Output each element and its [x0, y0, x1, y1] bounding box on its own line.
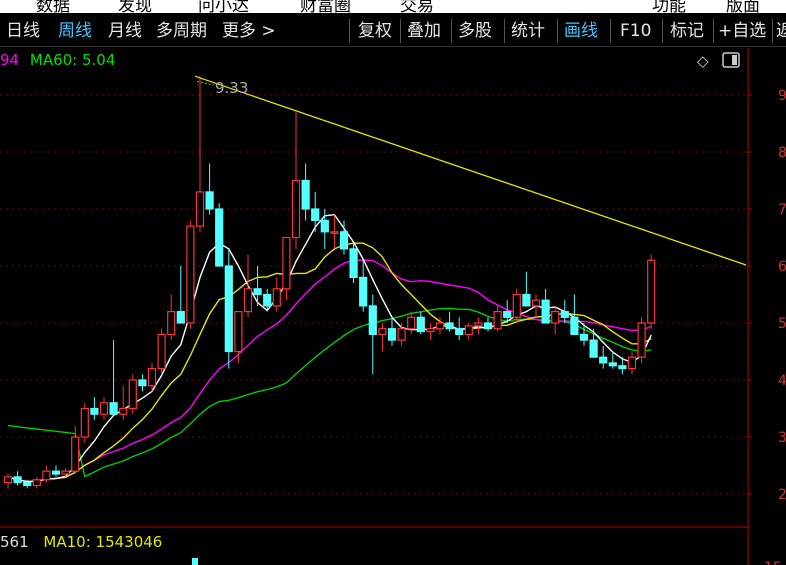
candle-up [647, 259, 656, 324]
candle-down [263, 293, 272, 307]
candle-down [503, 311, 512, 318]
candle-down [13, 476, 22, 484]
candle-down [359, 276, 368, 307]
price-tick-label: 4 [778, 373, 786, 389]
grid-lines [0, 94, 748, 495]
candle-up [512, 293, 521, 318]
candle-up [551, 311, 560, 324]
volume-legend: 561 MA10: 1543046 [0, 533, 162, 551]
candle-down [387, 328, 397, 341]
candle-up [157, 333, 166, 370]
candle-down [224, 265, 233, 353]
candle-down [138, 379, 147, 387]
high-price-annotation: 9.33 [215, 79, 248, 97]
candle-down [589, 339, 598, 358]
candle-up [397, 328, 406, 341]
candle-down [215, 208, 224, 267]
candle-up [167, 311, 176, 336]
candle-up [291, 179, 301, 239]
candle-down [541, 299, 550, 324]
candle-up [627, 356, 637, 370]
candle-up [147, 368, 157, 387]
candle-down [23, 482, 32, 487]
candle-down [445, 322, 454, 330]
candlesticks [3, 76, 656, 489]
candle-up [32, 479, 41, 487]
candle-up [407, 316, 416, 330]
ma10-volume-label: MA10: 1543046 [43, 533, 163, 551]
candle-down [176, 311, 185, 324]
candle-up [80, 407, 89, 438]
candle-up [474, 322, 483, 327]
candle-up [195, 191, 205, 227]
candle-up [637, 322, 646, 358]
candle-up [243, 288, 253, 313]
ma-prev-value: 94 [0, 51, 20, 69]
ma10-line [7, 242, 652, 483]
price-tick-label: 6 [778, 259, 786, 275]
panel-toggle-icon[interactable] [722, 52, 740, 72]
candle-down [311, 208, 320, 221]
candle-down [368, 305, 377, 335]
candle-down [109, 402, 118, 415]
candle-up [42, 470, 51, 481]
candle-down [253, 288, 262, 296]
candle-down [608, 362, 617, 367]
moving-average-lines [7, 213, 652, 483]
price-axis: 9 8 7 6 5 4 3 2 15 [0, 48, 786, 565]
candle-down [416, 316, 425, 333]
candle-up [61, 470, 70, 475]
candle-down [349, 248, 358, 278]
price-tick-label: 9 [778, 88, 786, 104]
candle-down [205, 191, 214, 210]
volume-bar [192, 558, 198, 565]
ma5-line [7, 213, 652, 483]
candle-up [272, 288, 281, 307]
price-tick-label: 5 [778, 316, 786, 332]
volume-tick-label: 15 [764, 560, 782, 565]
price-tick-label: 8 [778, 145, 786, 161]
candle-up [493, 311, 502, 330]
candle-down [570, 316, 579, 335]
candle-down [560, 311, 569, 318]
candle-down [618, 365, 627, 370]
kline-chart[interactable]: 9 8 7 6 5 4 3 2 15 9.33 [0, 0, 786, 565]
candle-down [599, 356, 608, 364]
trendline [194, 75, 747, 266]
candle-up [531, 299, 541, 307]
candle-up [119, 407, 128, 415]
candle-up [378, 328, 387, 336]
diamond-icon[interactable]: ◇ [697, 52, 709, 70]
price-tick-label: 3 [778, 430, 786, 446]
vol-prev-value: 561 [0, 533, 29, 551]
candle-up [186, 225, 195, 324]
candle-down [320, 219, 329, 233]
price-tick-label: 7 [778, 202, 786, 218]
candle-up [464, 325, 473, 336]
candle-up [99, 402, 109, 415]
candle-up [71, 436, 80, 472]
candle-up [3, 476, 13, 484]
candle-up [330, 231, 339, 234]
ma20-line [7, 259, 652, 483]
candle-up [282, 236, 291, 290]
ma60-label: MA60: 5.04 [29, 51, 116, 69]
candle-down [301, 179, 310, 210]
ma-legend: 94 MA60: 5.04 [0, 51, 115, 69]
candle-up [128, 379, 137, 410]
candle-up [426, 328, 435, 333]
candle-up [234, 311, 243, 353]
candle-down [455, 328, 464, 336]
trendline-layer: 9.33 [194, 75, 747, 266]
volume-panel [192, 558, 198, 565]
price-tick-label: 2 [778, 487, 786, 503]
candle-down [579, 333, 589, 341]
candle-down [483, 322, 493, 330]
candle-down [339, 231, 349, 250]
candle-down [522, 293, 531, 307]
candle-down [51, 470, 61, 475]
candle-down [90, 407, 99, 415]
candle-up [435, 322, 445, 330]
